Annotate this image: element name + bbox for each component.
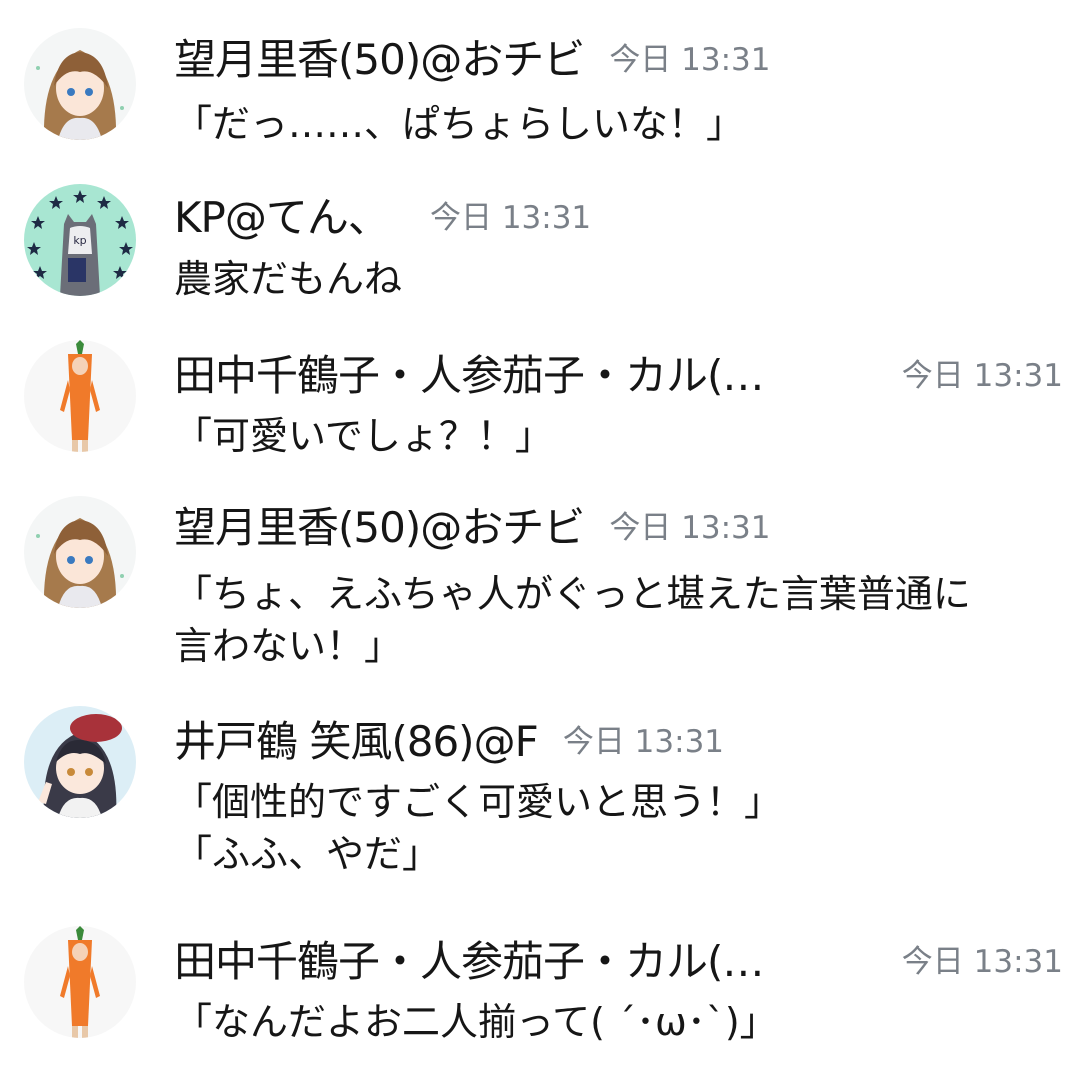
message-header: 田中千鶴子・人参茄子・カル(… 今日 13:31 [174, 346, 1063, 406]
message-line: 「ちょ、えふちゃ人がぐっと堪えた言葉普通に [174, 572, 971, 616]
message-text: 「可愛いでしょ？！」 [174, 410, 1049, 462]
sender-name[interactable]: 望月里香(50)@おチビ [174, 498, 585, 558]
message-line: 「なんだよお二人揃って( ´･ω･`)」 [174, 1000, 778, 1044]
timestamp: 今日 13:31 [901, 944, 1063, 980]
sender-name[interactable]: 望月里香(50)@おチビ [174, 30, 585, 90]
message-text: 「ちょ、えふちゃ人がぐっと堪えた言葉普通に 言わない！」 [174, 568, 1049, 672]
message-header: 望月里香(50)@おチビ 今日 13:31 [174, 498, 1059, 558]
timestamp: 今日 13:31 [609, 510, 771, 546]
timestamp: 今日 13:31 [429, 200, 592, 236]
girl-avatar-icon[interactable] [24, 496, 136, 608]
message-text: 「なんだよお二人揃って( ´･ω･`)」 [174, 996, 1049, 1048]
message-header: 井戸鶴 笑風(86)@F 今日 13:31 [174, 712, 1059, 772]
carrot-avatar-icon[interactable] [24, 926, 136, 1038]
message-line: 言わない！」 [174, 624, 403, 668]
sender-name[interactable]: 井戸鶴 笑風(86)@F [174, 712, 539, 772]
message-line: 「可愛いでしょ？！」 [174, 414, 553, 458]
girl-avatar-icon[interactable] [24, 28, 136, 140]
message-line: 「個性的ですごく可愛いと思う！」 [174, 780, 783, 824]
timestamp: 今日 13:31 [901, 358, 1063, 394]
kp-avatar-icon[interactable]: kp [24, 184, 136, 296]
timestamp: 今日 13:31 [609, 42, 771, 78]
message-header: 望月里香(50)@おチビ 今日 13:31 [174, 30, 1059, 90]
message-header: KP@てん、 今日 13:31 [174, 188, 1059, 248]
message-line: 「ふふ、やだ」 [174, 832, 441, 876]
message-header: 田中千鶴子・人参茄子・カル(… 今日 13:31 [174, 932, 1063, 992]
message-text: 「だっ……、ぱちょらしいな！」 [174, 98, 1049, 150]
message-line: 農家だもんね [174, 257, 403, 301]
message-line: 「だっ……、ぱちょらしいな！」 [174, 102, 745, 146]
sender-name[interactable]: 田中千鶴子・人参茄子・カル(… [174, 346, 764, 406]
svg-text:kp: kp [73, 234, 86, 247]
sender-name[interactable]: 田中千鶴子・人参茄子・カル(… [174, 932, 764, 992]
carrot-avatar-icon[interactable] [24, 340, 136, 452]
girl-beret-avatar-icon[interactable] [24, 706, 136, 818]
message-text: 農家だもんね [174, 253, 1049, 305]
timestamp: 今日 13:31 [562, 724, 725, 760]
sender-name[interactable]: KP@てん、 [174, 188, 390, 248]
message-text: 「個性的ですごく可愛いと思う！」 「ふふ、やだ」 [174, 776, 1049, 880]
